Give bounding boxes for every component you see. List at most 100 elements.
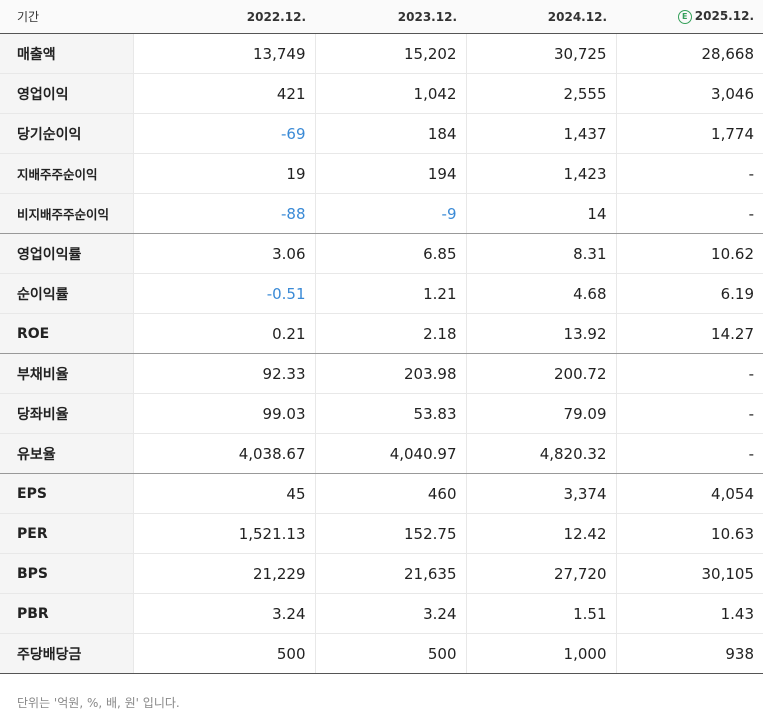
table-cell: 203.98 <box>314 353 466 394</box>
row-label: BPS <box>0 553 133 594</box>
table-cell: 12.42 <box>465 513 616 554</box>
table-cell: - <box>615 153 763 194</box>
table-cell: 4.68 <box>465 273 616 314</box>
table-row: 당기순이익 -69 184 1,437 1,774 <box>0 113 763 154</box>
table-row: PBR 3.24 3.24 1.51 1.43 <box>0 593 763 634</box>
table-cell: 938 <box>615 633 763 674</box>
table-cell: 184 <box>314 113 466 154</box>
table-cell: 500 <box>314 633 466 674</box>
table-cell: 19 <box>132 153 315 194</box>
table-cell: 1,437 <box>465 113 616 154</box>
table-cell: 28,668 <box>615 33 763 74</box>
table-cell: 3.24 <box>314 593 466 634</box>
period-header: 2023.12. <box>315 0 466 34</box>
table-cell: 1,521.13 <box>132 513 315 554</box>
table-cell: 99.03 <box>132 393 315 434</box>
table-cell: 4,054 <box>615 473 763 514</box>
period-header: 2022.12. <box>133 0 315 34</box>
period-header-estimate: E 2025.12. <box>616 0 763 34</box>
table-cell: 152.75 <box>314 513 466 554</box>
row-label: PBR <box>0 593 133 634</box>
table-cell: 194 <box>314 153 466 194</box>
header-row: 기간 2022.12. 2023.12. 2024.12. E 2025.12. <box>0 0 763 34</box>
table-cell: 27,720 <box>465 553 616 594</box>
table-cell: 3.24 <box>132 593 315 634</box>
table-cell: 3,046 <box>615 73 763 114</box>
row-label: 지배주주순이익 <box>0 153 133 194</box>
table-row: 영업이익 421 1,042 2,555 3,046 <box>0 73 763 114</box>
table-cell: 3.06 <box>132 233 315 274</box>
period-header: 2024.12. <box>466 0 616 34</box>
table-cell: 30,105 <box>615 553 763 594</box>
table-cell: -9 <box>314 193 466 234</box>
table-cell: 1.51 <box>465 593 616 634</box>
table-cell: 53.83 <box>314 393 466 434</box>
period-label: 기간 <box>0 0 133 34</box>
row-label: 부채비율 <box>0 353 133 394</box>
table-row: EPS 45 460 3,374 4,054 <box>0 473 763 514</box>
period-header-label: 2025.12. <box>694 9 754 23</box>
table-cell: 92.33 <box>132 353 315 394</box>
row-label: ROE <box>0 313 133 354</box>
row-label: EPS <box>0 473 133 514</box>
table-row: ROE 0.21 2.18 13.92 14.27 <box>0 313 763 354</box>
table-cell: 4,038.67 <box>132 433 315 474</box>
table-cell: 1,423 <box>465 153 616 194</box>
table-cell: 14 <box>465 193 616 234</box>
table-cell: 10.63 <box>615 513 763 554</box>
table-cell: 4,040.97 <box>314 433 466 474</box>
table-cell: 15,202 <box>314 33 466 74</box>
table-row: 부채비율 92.33 203.98 200.72- <box>0 353 763 394</box>
table-row: 당좌비율 99.03 53.83 79.09- <box>0 393 763 434</box>
table-cell: 13.92 <box>465 313 616 354</box>
unit-footnote: 단위는 '억원, %, 배, 원' 입니다. <box>17 696 180 710</box>
financial-summary: 기간 2022.12. 2023.12. 2024.12. E 2025.12. … <box>0 0 763 710</box>
estimate-icon: E <box>677 10 692 24</box>
table-cell: 2.18 <box>314 313 466 354</box>
table-cell: 200.72 <box>465 353 616 394</box>
table-cell: 500 <box>132 633 315 674</box>
table-row: 비지배주주순이익 -88 -9 14- <box>0 193 763 234</box>
table-cell: 1.21 <box>314 273 466 314</box>
row-label: 유보율 <box>0 433 133 474</box>
table-row: 지배주주순이익 19 194 1,423- <box>0 153 763 194</box>
table-cell: - <box>615 193 763 234</box>
table-cell: 6.19 <box>615 273 763 314</box>
table-row: 순이익률 -0.51 1.21 4.68 6.19 <box>0 273 763 314</box>
financial-table: 기간 2022.12. 2023.12. 2024.12. E 2025.12. … <box>0 0 763 674</box>
table-cell: 1,042 <box>314 73 466 114</box>
table-cell: 13,749 <box>132 33 315 74</box>
row-label: 매출액 <box>0 33 133 74</box>
table-cell: - <box>615 393 763 434</box>
row-label: 당좌비율 <box>0 393 133 434</box>
table-cell: 1,774 <box>615 113 763 154</box>
row-label: 순이익률 <box>0 273 133 314</box>
table-row: 영업이익률 3.06 6.85 8.31 10.62 <box>0 233 763 274</box>
row-label: 영업이익 <box>0 73 133 114</box>
row-label: PER <box>0 513 133 554</box>
table-cell: -0.51 <box>132 273 315 314</box>
table-cell: 0.21 <box>132 313 315 354</box>
table-cell: 10.62 <box>615 233 763 274</box>
table-cell: 21,229 <box>132 553 315 594</box>
table-row: BPS 21,229 21,635 27,720 30,105 <box>0 553 763 594</box>
table-cell: 3,374 <box>465 473 616 514</box>
table-row: 매출액 13,749 15,202 30,725 28,668 <box>0 33 763 74</box>
table-cell: 1,000 <box>465 633 616 674</box>
table-cell: 14.27 <box>615 313 763 354</box>
row-label: 비지배주주순이익 <box>0 193 133 234</box>
table-cell: 79.09 <box>465 393 616 434</box>
table-cell: 421 <box>132 73 315 114</box>
table-cell: -69 <box>132 113 315 154</box>
table-cell: 6.85 <box>314 233 466 274</box>
table-cell: 460 <box>314 473 466 514</box>
table-cell: 45 <box>132 473 315 514</box>
table-cell: 8.31 <box>465 233 616 274</box>
table-cell: 1.43 <box>615 593 763 634</box>
table-cell: 30,725 <box>465 33 616 74</box>
row-label: 주당배당금 <box>0 633 133 674</box>
table-cell: - <box>615 353 763 394</box>
table-cell: -88 <box>132 193 315 234</box>
table-cell: 4,820.32 <box>465 433 616 474</box>
table-cell: 21,635 <box>314 553 466 594</box>
